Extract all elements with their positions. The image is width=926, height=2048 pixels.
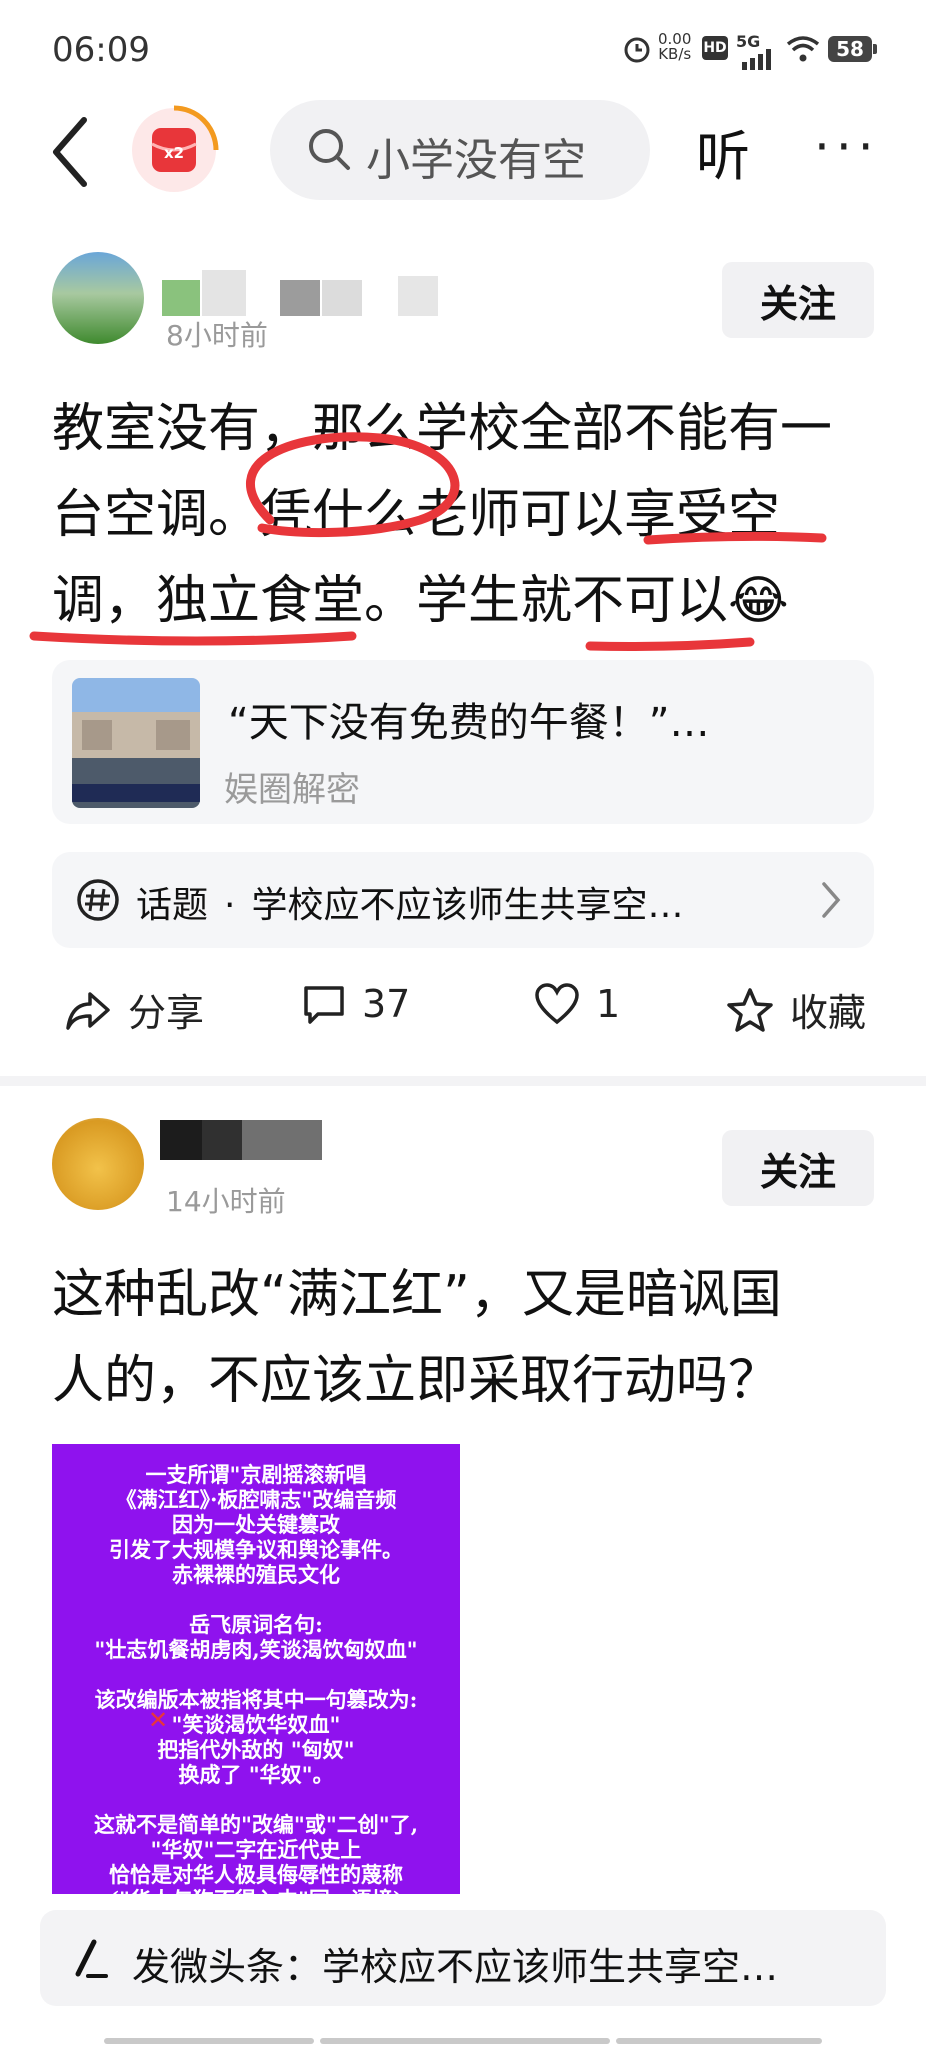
hd-badge: HD [702, 36, 728, 60]
topic-hashtag-icon [77, 879, 119, 921]
post-time: 8小时前 [166, 319, 268, 352]
image-text-line: 该改编版本被指将其中一句篡改为: [94, 1687, 418, 1712]
battery-tip [873, 44, 877, 54]
image-text-line: 一支所谓"京剧摇滚新唱 [145, 1462, 367, 1487]
share-icon [66, 991, 110, 1030]
star-icon [727, 987, 773, 1032]
red-annotation-marks [29, 432, 827, 651]
red-packet-badge: x2 [163, 144, 185, 162]
follow-button[interactable]: 关注 [722, 262, 874, 338]
post-body-line: 这种乱改“满江红”，又是暗讽国 [52, 1265, 782, 1325]
signal-icon [742, 49, 771, 70]
pen-icon [75, 1939, 108, 1978]
comment-count: 37 [362, 982, 411, 1026]
favorite-label: 收藏 [790, 991, 867, 1035]
compose-bar[interactable]: 发微头条：学校应不应该师生共享空… [40, 1910, 886, 2006]
favorite-button[interactable]: 收藏 [726, 982, 866, 1037]
author-name-redacted[interactable] [160, 1120, 330, 1164]
like-button[interactable]: 1 [534, 982, 620, 1026]
compose-text: 发微头条：学校应不应该师生共享空… [132, 1945, 779, 1989]
share-button[interactable]: 分享 [64, 982, 204, 1037]
battery-indicator: 58 [828, 36, 872, 62]
follow-button[interactable]: 关注 [722, 1130, 874, 1206]
author-name-redacted[interactable] [162, 262, 442, 316]
image-text-line: 恰恰是对华人极具侮辱性的蔑称 [109, 1862, 403, 1887]
post-time: 14小时前 [166, 1185, 286, 1218]
image-text-line: "壮志饥餐胡虏肉,笑谈渴饮匈奴血" [94, 1637, 418, 1662]
scroll-indicator [616, 2038, 822, 2044]
share-label: 分享 [128, 991, 205, 1035]
link-title: “天下没有免费的午餐！”… [228, 700, 710, 746]
net-speed: 0.00 KB/s [658, 30, 692, 63]
image-text-line: 引发了大规模争议和舆论事件。 [109, 1537, 403, 1562]
image-text-line [52, 1662, 460, 1687]
image-text-line [52, 1587, 460, 1612]
image-text-line: ("华人与狗不得入内"同一语境) [52, 1887, 460, 1894]
clock: 06:09 [52, 30, 150, 70]
image-text-line: 岳飞原词名句: [189, 1612, 323, 1637]
comment-icon [304, 986, 344, 1024]
image-text-line: "笑谈渴饮华奴血" [171, 1712, 341, 1737]
topic-text: 话题 · 学校应不应该师生共享空… [136, 885, 684, 926]
link-thumbnail [72, 678, 200, 808]
author-avatar[interactable] [52, 1118, 144, 1210]
author-avatar[interactable] [52, 252, 144, 344]
post-body-line: 人的，不应该立即采取行动吗？ [52, 1351, 781, 1411]
post-divider [0, 1076, 926, 1086]
listen-button[interactable]: 听 [696, 112, 750, 191]
image-text-line: 因为一处关键篡改 [172, 1512, 340, 1537]
search-icon [309, 129, 350, 170]
image-text-line: 《满江红》·板腔啸志"改编音频 [115, 1487, 397, 1512]
image-text-line [52, 1787, 460, 1812]
image-text-line: "华奴"二字在近代史上 [150, 1837, 362, 1862]
image-text-line: 把指代外敌的 "匈奴" [157, 1737, 355, 1762]
red-cross-mark: ✕ [148, 1706, 169, 1734]
post-image[interactable]: 一支所谓"京剧摇滚新唱 《满江红》·板腔啸志"改编音频 因为一处关键篡改 引发了大规模… [52, 1444, 460, 1894]
back-arrow-icon[interactable] [48, 112, 108, 192]
heart-icon [535, 983, 579, 1025]
chevron-right-icon [822, 882, 841, 918]
link-source: 娱圈解密 [224, 770, 360, 810]
like-count: 1 [596, 982, 621, 1026]
image-text-line: 赤裸裸的殖民文化 [172, 1562, 340, 1587]
red-packet-button[interactable]: x2 [128, 104, 220, 196]
comment-button[interactable]: 37 [302, 982, 410, 1026]
search-bar[interactable]: 小学没有空 [270, 100, 650, 200]
alarm-icon [624, 37, 650, 63]
more-options-button[interactable]: ··· [814, 118, 880, 176]
image-text-line: 这就不是简单的"改编"或"二创"了, [93, 1812, 419, 1837]
image-text-line: 换成了 "华奴"。 [178, 1762, 334, 1787]
scroll-indicator [320, 2038, 610, 2044]
topic-bar[interactable]: 话题 · 学校应不应该师生共享空… [52, 852, 874, 948]
status-bar: 06:09 0.00 KB/s HD 5G 58 [0, 0, 926, 96]
scroll-indicator [104, 2038, 314, 2044]
wifi-icon [786, 36, 820, 62]
search-query-text: 小学没有空 [366, 135, 586, 186]
post-body[interactable]: 这种乱改“满江红”，又是暗讽国 人的，不应该立即采取行动吗？ [52, 1252, 882, 1424]
